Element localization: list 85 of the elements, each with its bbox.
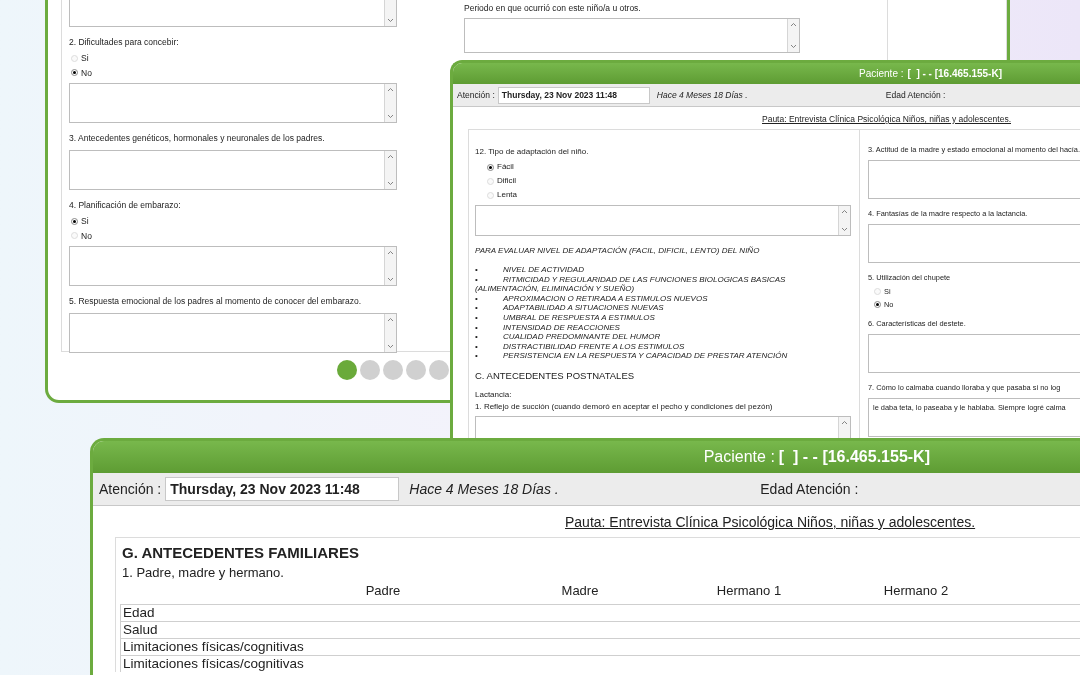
elapsed-text: Hace 4 Meses 18 Días . bbox=[656, 88, 749, 102]
question-text: 1. Padre, madre y hermano. bbox=[122, 565, 285, 581]
text-area[interactable] bbox=[69, 83, 397, 124]
bullet-item: • ADAPTABILIDAD A SITUACIONES NUEVAS bbox=[475, 303, 664, 313]
form-text: 1. Reflejo de succión (cuando demoró en aceptar el pecho y condiciones del pezón) bbox=[475, 401, 774, 414]
row-label: Limitaciones físicas/cognitivas bbox=[120, 638, 312, 655]
radio-label: Si bbox=[81, 51, 89, 65]
patient-label: Paciente : bbox=[859, 67, 904, 81]
text-area[interactable] bbox=[868, 160, 1080, 200]
bullet-item: • INTENSIDAD DE REACCIONES bbox=[475, 322, 620, 332]
bullet-item: • CUALIDAD PREDOMINANTE DEL HUMOR bbox=[475, 332, 661, 342]
date-field[interactable]: Thursday, 23 Nov 2023 11:48 bbox=[165, 477, 400, 501]
chevron-up-icon[interactable] bbox=[387, 154, 394, 159]
question-text: 5. Respuesta emocional de los padres al momento de conocer del embarazo. bbox=[69, 295, 362, 308]
text-area[interactable] bbox=[69, 246, 397, 287]
radio-label: Dificil bbox=[497, 175, 517, 187]
chevron-down-icon[interactable] bbox=[790, 43, 797, 49]
chevron-up-icon[interactable] bbox=[387, 87, 394, 93]
chevron-down-icon[interactable] bbox=[387, 344, 394, 349]
text-area[interactable] bbox=[475, 416, 851, 440]
chevron-down-icon[interactable] bbox=[387, 18, 394, 23]
question-text: Periodo en que ocurrió con este niño/a u otros. bbox=[464, 2, 642, 15]
chevron-up-icon[interactable] bbox=[841, 209, 848, 214]
scrollbar[interactable] bbox=[384, 84, 396, 123]
patient-id: [ ] - - [16.465.155-K] bbox=[907, 67, 1002, 81]
attention-label: Atención : bbox=[99, 479, 162, 499]
bullet-item: • RITMICIDAD Y REGULARIDAD DE LAS FUNCIONES BIOLOGICAS BASICAS (ALIMENTACIÓN, ELIMINACIÓN Y SUEÑO) bbox=[475, 274, 786, 294]
form-text: Lactancia: bbox=[475, 389, 513, 402]
column-header: Hermano 1 bbox=[715, 582, 783, 600]
age-label: Edad Atención : bbox=[760, 479, 859, 499]
scrollbar[interactable] bbox=[787, 18, 799, 52]
bullet-item: • APROXIMACION O RETIRADA A ESTIMULOS NUEVOS bbox=[475, 293, 708, 303]
text-area[interactable] bbox=[868, 224, 1080, 264]
date-field[interactable]: Thursday, 23 Nov 2023 11:48 bbox=[497, 86, 650, 104]
text-area[interactable] bbox=[69, 313, 397, 353]
radio-label: Si bbox=[81, 214, 89, 228]
scrollbar[interactable] bbox=[384, 151, 396, 189]
column-header: Madre bbox=[560, 582, 600, 600]
text-area[interactable] bbox=[475, 205, 851, 236]
patient-label: Paciente : bbox=[703, 447, 775, 467]
chevron-up-icon[interactable] bbox=[387, 317, 394, 322]
chevron-down-icon[interactable] bbox=[387, 181, 394, 186]
text-area[interactable] bbox=[69, 150, 397, 190]
chevron-up-icon[interactable] bbox=[387, 250, 394, 256]
section-heading: C. ANTECEDENTES POSTNATALES bbox=[475, 368, 636, 383]
section-title: G. ANTECEDENTES FAMILIARES bbox=[122, 544, 360, 562]
attention-label: Atención : bbox=[457, 88, 495, 102]
scrollbar[interactable] bbox=[384, 314, 396, 352]
scrollbar[interactable] bbox=[838, 206, 850, 235]
chevron-down-icon[interactable] bbox=[387, 277, 394, 283]
chevron-up-icon[interactable] bbox=[841, 420, 848, 426]
chevron-down-icon[interactable] bbox=[841, 227, 848, 232]
chevron-down-icon[interactable] bbox=[387, 114, 394, 120]
bullet-item: • DISTRACTIBILIDAD FRENTE A LOS ESTIMULOS bbox=[475, 341, 685, 351]
form-title-link[interactable]: Pauta: Entrevista Clínica Psicológica Niños, niñas y adolescentes. bbox=[762, 114, 1011, 124]
age-label: Edad Atención : bbox=[885, 88, 946, 102]
note-text: PARA EVALUAR NIVEL DE ADAPTACIÓN (FACIL, DIFICIL, LENTO) DEL NIÑO bbox=[475, 245, 761, 257]
radio-label: No bbox=[81, 66, 92, 80]
patient-id: [ ] - - [16.465.155-K] bbox=[778, 447, 930, 467]
text-area[interactable] bbox=[464, 17, 800, 53]
chevron-up-icon[interactable] bbox=[790, 21, 797, 27]
elapsed-text: Hace 4 Meses 18 Días . bbox=[409, 479, 560, 499]
scrollbar[interactable] bbox=[838, 417, 850, 440]
bullet-item: • UMBRAL DE RESPUESTA A ESTIMULOS bbox=[475, 312, 655, 322]
question-text: 4. Planificación de embarazo: bbox=[69, 199, 182, 212]
radio-button[interactable] bbox=[874, 301, 881, 309]
text-area[interactable] bbox=[868, 333, 1080, 373]
bullet-item: • PERSISTENCIA EN LA RESPUESTA Y CAPACIDAD DE PRESTAR ATENCIÓN bbox=[475, 351, 788, 361]
radio-label: Fácil bbox=[497, 161, 514, 173]
radio-label: Lenta bbox=[497, 189, 518, 201]
question-text: 2. Dificultades para concebir: bbox=[69, 36, 180, 49]
row-label: Limitaciones físicas/cognitivas bbox=[120, 655, 312, 672]
radio-button[interactable] bbox=[71, 217, 78, 225]
form-title-link[interactable]: Pauta: Entrevista Clínica Psicológica Niños, niñas y adolescentes. bbox=[565, 514, 976, 530]
column-header: Padre bbox=[364, 582, 402, 600]
row-label: Salud bbox=[120, 621, 312, 638]
radio-button[interactable] bbox=[71, 69, 78, 77]
column-header: Hermano 2 bbox=[882, 582, 950, 600]
radio-button[interactable] bbox=[487, 163, 494, 171]
question-text: 12. Tipo de adaptación del niño. bbox=[475, 146, 590, 158]
scrollbar[interactable] bbox=[384, 247, 396, 286]
row-label: Edad bbox=[120, 604, 312, 621]
question-text: 3. Antecedentes genéticos, hormonales y neuronales de los padres. bbox=[69, 132, 326, 145]
radio-label: No bbox=[81, 229, 92, 243]
bullet-item: • NIVEL DE ACTIVIDAD bbox=[475, 265, 584, 274]
